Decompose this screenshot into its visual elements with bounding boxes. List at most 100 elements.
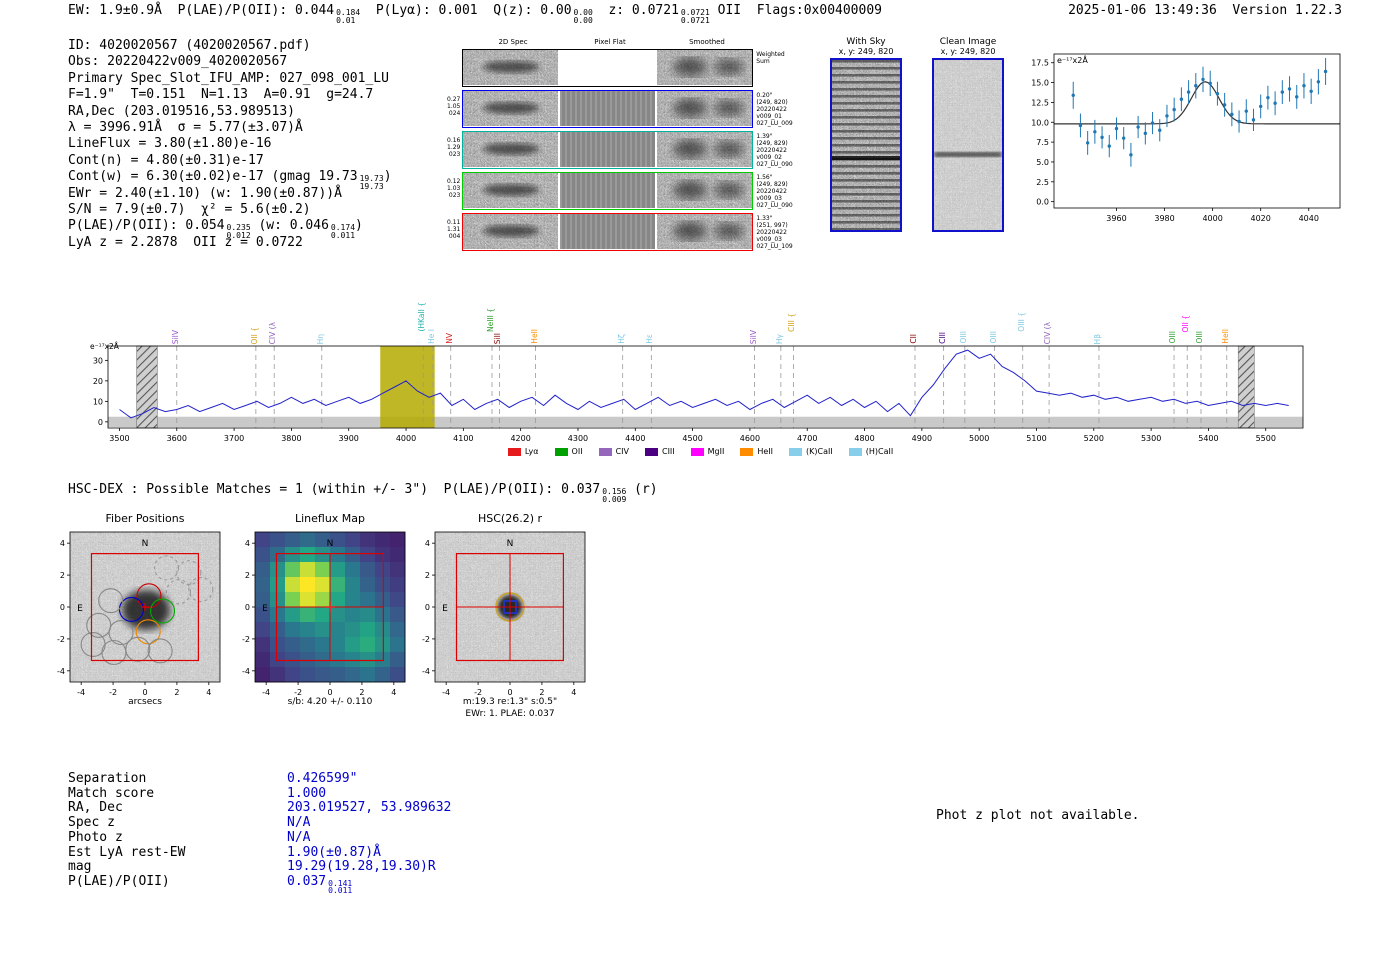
uncertainty-stack: 0.174 0.011 [330, 223, 356, 240]
legend-item: MgII [690, 447, 725, 456]
match-table-label: Photo z [68, 829, 123, 845]
spec2d-row-cells [462, 213, 754, 251]
clean-image [932, 58, 1004, 232]
legend-label: MgII [707, 447, 725, 456]
spec2d-row-scale-labels [447, 49, 462, 87]
spec2d-row: 0.11 1.31 004 1.33" (251, 997) 20220422 v009_0… [447, 213, 807, 251]
with-sky-panel: With Sky x, y: 249, 820 [824, 37, 908, 232]
svg-text:4: 4 [245, 539, 250, 548]
spec2d-row-meta: 0.20" (249, 820) 20220422 v009_01 027_LU_009 [756, 92, 793, 127]
svg-text:4700: 4700 [797, 434, 817, 443]
legend-label: (K)CaII [806, 447, 833, 456]
svg-text:-2: -2 [294, 688, 302, 696]
svg-text:0: 0 [327, 688, 332, 696]
svg-text:7.5: 7.5 [1036, 138, 1049, 147]
svg-text:2: 2 [425, 571, 430, 580]
svg-text:e⁻¹⁷x2Å: e⁻¹⁷x2Å [90, 342, 120, 351]
svg-text:3980: 3980 [1154, 214, 1174, 223]
hsc-image-xlabel2: EWr: 1. PLAE: 0.037 [465, 709, 555, 719]
match-table-row: Separation 0.426599" [68, 771, 451, 787]
svg-text:4000: 4000 [396, 434, 416, 443]
svg-text:-4: -4 [77, 688, 85, 696]
svg-text:-2: -2 [109, 688, 117, 696]
svg-text:30: 30 [93, 356, 103, 365]
svg-text:-2: -2 [242, 635, 250, 644]
legend-swatch [598, 447, 612, 456]
svg-text:0: 0 [142, 688, 147, 696]
svg-text:-2: -2 [57, 635, 65, 644]
legend-swatch [554, 447, 568, 456]
emission-line-label: OII { [1181, 314, 1191, 332]
uncertainty-stack: 0.00 0.00 [573, 8, 593, 25]
spectrum-legend: Lyα OII CIV CIII MgII HeII (K)CaII (H)CaII [88, 447, 1313, 456]
hsc-image-xlabel: m:19.3 re:1.3" s:0.5" [462, 697, 558, 707]
spec2d-row-scale-labels: 0.11 1.31 004 [447, 219, 461, 240]
legend-item: HeII [740, 447, 773, 456]
spec2d-row-cells [462, 172, 754, 210]
with-sky-title: With Sky [846, 37, 886, 47]
legend-item: (H)CaII [848, 447, 894, 456]
svg-text:12.5: 12.5 [1031, 98, 1049, 107]
spec2d-row-cells [462, 131, 754, 169]
match-table-row: Photo z N/A [68, 829, 451, 846]
svg-text:4600: 4600 [740, 434, 760, 443]
legend-label: (H)CaII [865, 447, 894, 456]
lineflux-map-xlabel: s/b: 4.20 +/- 0.110 [287, 697, 373, 707]
spec2d-image [463, 132, 559, 167]
spec2d-row-meta: 1.33" (251, 997) 20220422 v009_03 027_LU_109 [756, 215, 793, 250]
compass-north: N [327, 539, 334, 549]
svg-text:4300: 4300 [568, 434, 588, 443]
svg-text:4000: 4000 [1202, 214, 1222, 223]
svg-text:4: 4 [425, 539, 430, 548]
match-table-row: Est LyA rest-EW 1.90(±0.87)Å [68, 844, 451, 861]
svg-text:4020: 4020 [1251, 214, 1271, 223]
spec2d-row-scale-labels: 0.12 1.03 023 [447, 178, 461, 199]
fiber-positions-plot: N E -4 -4 -2 -2 0 0 2 2 4 4 [57, 531, 221, 696]
with-sky-coords: x, y: 249, 820 [838, 47, 894, 56]
match-table-row: Match score 1.000 [68, 786, 451, 802]
header-timestamp: 2025-01-06 13:49:36 Version 1.22.3 [1068, 3, 1342, 18]
spec2d-row-cells [462, 90, 754, 128]
uncertainty-stack: 0.141 0.011 [328, 878, 353, 896]
pixel-flat-image [560, 132, 656, 167]
legend-swatch [789, 447, 803, 456]
match-table-label: Est LyA rest-EW [68, 844, 186, 860]
svg-text:0: 0 [98, 418, 103, 427]
legend-swatch [848, 447, 862, 456]
spec2d-image [463, 91, 559, 126]
svg-text:-4: -4 [422, 667, 430, 676]
svg-text:4: 4 [60, 539, 65, 548]
info-line: λ = 3996.91Å σ = 5.77(±3.07)Å [68, 119, 303, 135]
col-header-pixelflat: Pixel Flat [594, 38, 626, 46]
svg-text:2.5: 2.5 [1036, 178, 1049, 187]
match-table-label: Spec z [68, 815, 115, 831]
full-spectrum-plot: 0 10 20 30 3500 3600 3700 3800 3900 4000 4100 4200 4… [90, 342, 1304, 443]
spec2d-row-meta: 1.56" (249, 829) 20220422 v009_03 027_LU_090 [756, 174, 793, 209]
legend-item: (K)CaII [789, 447, 833, 456]
match-table-row: Spec z N/A [68, 815, 451, 831]
header-summary: EW: 1.9±0.9Å P(LAE)/P(OII): 0.044 0.184 0.… [68, 3, 882, 25]
svg-text:17.5: 17.5 [1031, 59, 1049, 68]
svg-text:4: 4 [206, 688, 211, 696]
clean-image-coords: x, y: 249, 820 [940, 47, 996, 56]
match-table-value: 0.426599" [287, 771, 358, 786]
match-table-value: 19.29(19.28,19.30)R [287, 859, 436, 875]
legend-item: Lyα [507, 447, 539, 456]
match-table-value: 203.019527, 53.989632 [287, 800, 452, 816]
info-line: LineFlux = 3.80(±1.80)e-16 [68, 136, 272, 152]
match-table-value: 1.90(±0.87)Å [287, 844, 381, 860]
match-table-row: P(LAE)/P(OII) 0.037 0.141 0.011 [68, 874, 451, 896]
svg-text:15.0: 15.0 [1031, 79, 1049, 88]
uncertainty-stack: 0.0721 0.0721 [680, 8, 710, 25]
svg-text:-4: -4 [262, 688, 270, 696]
svg-text:20: 20 [93, 377, 103, 386]
compass-east: E [442, 604, 448, 614]
spec2d-row-scale-labels: 0.27 1.05 024 [447, 96, 461, 117]
spec2d-column-headers: 2D Spec Pixel Flat Smoothed [447, 38, 807, 49]
smoothed-image [657, 173, 753, 208]
svg-text:5300: 5300 [1141, 434, 1161, 443]
match-table-value: N/A [287, 815, 311, 831]
match-table-row: mag 19.29(19.28,19.30)R [68, 860, 451, 875]
svg-text:3800: 3800 [281, 434, 301, 443]
svg-text:4: 4 [571, 688, 576, 696]
